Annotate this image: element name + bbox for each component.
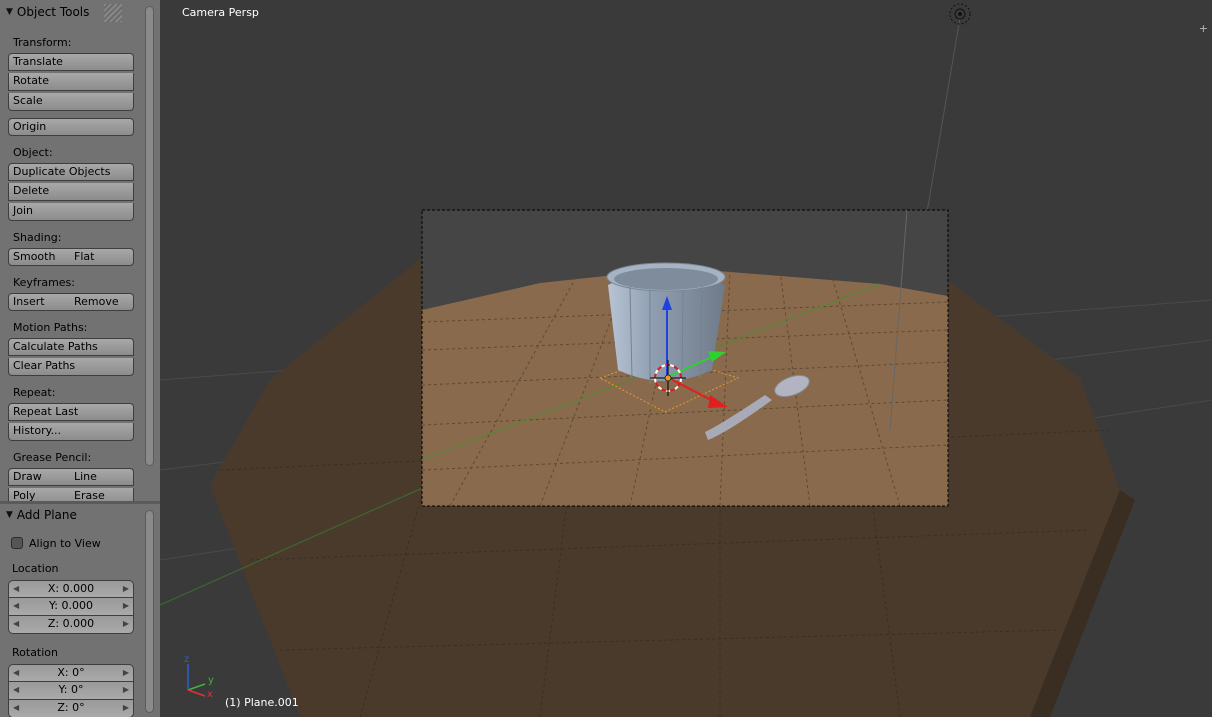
remove-keyframe-button[interactable]: Remove — [70, 293, 134, 311]
panel-drag-grip[interactable] — [104, 4, 122, 22]
decrement-arrow-icon[interactable]: ◀ — [13, 700, 19, 716]
expand-properties-icon[interactable]: + — [1199, 22, 1208, 35]
grease-pencil-label: Grease Pencil: — [13, 451, 92, 464]
gizmo-y-label: y — [208, 675, 214, 686]
duplicate-objects-button[interactable]: Duplicate Objects — [8, 163, 134, 181]
rotation-x-field[interactable]: ◀ X: 0° ▶ — [8, 664, 134, 682]
rotation-y-field[interactable]: ◀ Y: 0° ▶ — [8, 682, 134, 700]
origin-button[interactable]: Origin — [8, 118, 134, 136]
location-x-value: X: 0.000 — [47, 582, 95, 595]
scene-canvas[interactable]: y x z — [160, 0, 1212, 717]
object-tools-header[interactable]: ▼ Object Tools — [6, 3, 89, 21]
add-plane-header[interactable]: ▼ Add Plane — [6, 506, 77, 524]
decrement-arrow-icon[interactable]: ◀ — [13, 665, 19, 681]
erase-button[interactable]: Erase — [70, 488, 134, 502]
draw-button[interactable]: Draw — [8, 468, 71, 486]
rotation-x-value: X: 0° — [57, 666, 85, 679]
calculate-paths-button[interactable]: Calculate Paths — [8, 338, 134, 356]
object-label: Object: — [13, 146, 53, 159]
add-plane-title: Add Plane — [16, 508, 77, 522]
align-to-view-label: Align to View — [29, 537, 101, 550]
transform-label: Transform: — [13, 36, 72, 49]
location-label: Location — [12, 562, 59, 575]
tool-shelf-scrollbar[interactable] — [145, 6, 154, 466]
3d-viewport[interactable]: y x z Camera Persp (1) Plane.001 + — [160, 0, 1212, 717]
decrement-arrow-icon[interactable]: ◀ — [13, 598, 19, 614]
translate-button[interactable]: Translate — [8, 53, 134, 71]
view-name-label: Camera Persp — [182, 6, 259, 19]
keyframes-label: Keyframes: — [13, 276, 75, 289]
location-x-field[interactable]: ◀ X: 0.000 ▶ — [8, 580, 134, 598]
join-button[interactable]: Join — [8, 203, 134, 221]
location-y-value: Y: 0.000 — [49, 599, 93, 612]
object-tools-title: Object Tools — [16, 5, 90, 19]
location-z-field[interactable]: ◀ Z: 0.000 ▶ — [8, 616, 134, 634]
collapse-triangle-icon: ▼ — [6, 7, 13, 17]
decrement-arrow-icon[interactable]: ◀ — [13, 616, 19, 632]
increment-arrow-icon[interactable]: ▶ — [123, 665, 129, 681]
lamp-icon[interactable] — [949, 3, 971, 25]
smooth-button[interactable]: Smooth — [8, 248, 71, 266]
gizmo-z-label: z — [184, 654, 189, 665]
rotation-z-field[interactable]: ◀ Z: 0° ▶ — [8, 700, 134, 717]
axis-gizmo-icon: y x z — [184, 654, 214, 700]
flat-button[interactable]: Flat — [70, 248, 134, 266]
insert-keyframe-button[interactable]: Insert — [8, 293, 71, 311]
decrement-arrow-icon[interactable]: ◀ — [13, 581, 19, 597]
operator-panel-scrollbar[interactable] — [145, 510, 154, 713]
shading-label: Shading: — [13, 231, 62, 244]
scale-button[interactable]: Scale — [8, 93, 134, 111]
location-z-value: Z: 0.000 — [47, 617, 95, 630]
rotate-button[interactable]: Rotate — [8, 73, 134, 91]
decrement-arrow-icon[interactable]: ◀ — [13, 682, 19, 698]
location-y-field[interactable]: ◀ Y: 0.000 ▶ — [8, 598, 134, 616]
operator-panel: ▼ Add Plane Align to View Location ◀ X: … — [0, 504, 142, 717]
rotation-z-value: Z: 0° — [57, 701, 85, 714]
clear-paths-button[interactable]: Clear Paths — [8, 358, 134, 376]
rotation-label: Rotation — [12, 646, 59, 659]
poly-button[interactable]: Poly — [8, 488, 71, 502]
repeat-last-button[interactable]: Repeat Last — [8, 403, 134, 421]
delete-button[interactable]: Delete — [8, 183, 134, 201]
object-tools-panel: ▼ Object Tools Transform: Translate Rota… — [0, 0, 142, 502]
line-button[interactable]: Line — [70, 468, 134, 486]
tool-shelf: ▼ Object Tools Transform: Translate Rota… — [0, 0, 160, 717]
increment-arrow-icon[interactable]: ▶ — [123, 682, 129, 698]
rotation-y-value: Y: 0° — [58, 683, 84, 696]
increment-arrow-icon[interactable]: ▶ — [123, 616, 129, 632]
history-button[interactable]: History... — [8, 423, 134, 441]
increment-arrow-icon[interactable]: ▶ — [123, 700, 129, 716]
align-to-view-checkbox[interactable] — [11, 537, 23, 549]
motion-paths-label: Motion Paths: — [13, 321, 88, 334]
active-object-label: (1) Plane.001 — [225, 696, 299, 709]
repeat-label: Repeat: — [13, 386, 56, 399]
collapse-triangle-icon: ▼ — [6, 510, 13, 520]
gizmo-x-label: x — [207, 689, 213, 700]
increment-arrow-icon[interactable]: ▶ — [123, 598, 129, 614]
increment-arrow-icon[interactable]: ▶ — [123, 581, 129, 597]
